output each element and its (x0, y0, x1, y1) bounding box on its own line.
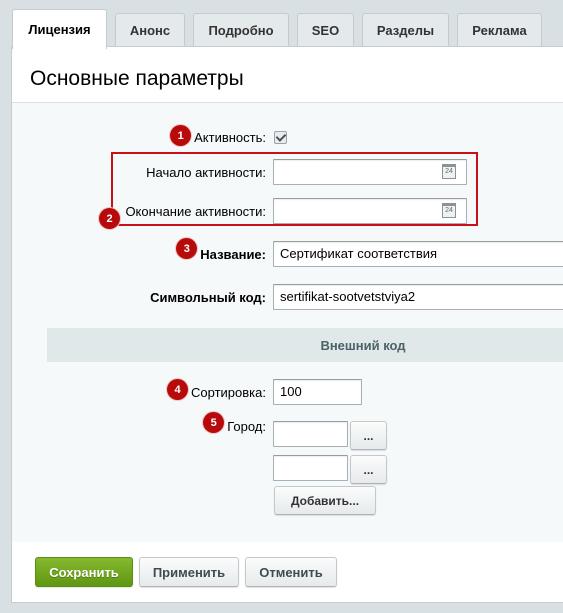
tab-details[interactable]: Подробно (193, 13, 289, 46)
city-browse-button-2[interactable]: ... (350, 455, 387, 484)
cancel-button[interactable]: Отменить (245, 557, 337, 587)
calendar-icon[interactable]: 24 (442, 164, 456, 179)
external-code-header: Внешний код (47, 328, 563, 362)
active-to-label: Окончание активности: (125, 204, 266, 219)
tab-announce[interactable]: Анонс (115, 13, 185, 46)
city-browse-button-1[interactable]: ... (350, 421, 387, 450)
active-from-label: Начало активности: (146, 165, 266, 180)
code-input[interactable]: sertifikat-sootvetstviya2 (273, 284, 563, 310)
active-from-input[interactable] (273, 159, 467, 185)
add-city-button[interactable]: Добавить... (274, 486, 376, 515)
apply-button[interactable]: Применить (139, 557, 239, 587)
badge-active: 1 (170, 125, 192, 146)
city-input-2[interactable] (273, 455, 348, 481)
active-checkbox[interactable] (274, 131, 287, 144)
page-title: Основные параметры (30, 67, 244, 90)
tab-sections[interactable]: Разделы (362, 13, 449, 46)
tab-license[interactable]: Лицензия (12, 9, 107, 49)
tab-bar: Лицензия Анонс Подробно SEO Разделы Рекл… (0, 0, 563, 49)
active-label: Активность: (194, 130, 266, 145)
calendar-icon[interactable]: 24 (442, 203, 456, 218)
city-label: Город: (227, 419, 266, 434)
badge-active-to: 2 (99, 208, 120, 229)
sort-label: Сортировка: (191, 385, 266, 400)
city-input-1[interactable] (273, 421, 348, 447)
name-input[interactable]: Сертификат соответствия (273, 241, 563, 267)
active-to-input[interactable] (273, 198, 467, 224)
tab-ads[interactable]: Реклама (457, 13, 542, 46)
external-code-label: Внешний код (320, 337, 406, 353)
code-label: Символьный код: (150, 290, 266, 305)
badge-sort: 4 (167, 379, 189, 400)
sort-input[interactable]: 100 (273, 379, 362, 405)
name-label: Название: (200, 247, 266, 262)
tab-seo[interactable]: SEO (297, 13, 354, 46)
save-button[interactable]: Сохранить (35, 557, 133, 587)
